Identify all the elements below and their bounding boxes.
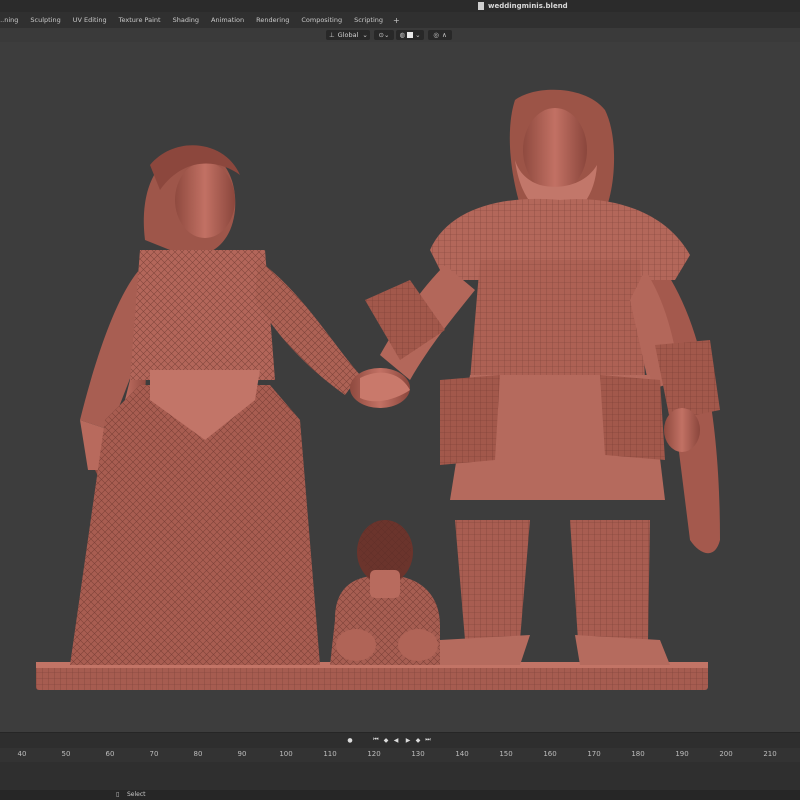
frame-tick: 90 xyxy=(237,750,247,758)
frame-tick: 40 xyxy=(17,750,27,758)
jump-start-icon[interactable]: ⏮ xyxy=(372,736,380,744)
title-bar: weddingminis.blend xyxy=(0,0,800,12)
frame-tick: 190 xyxy=(675,750,689,758)
frame-tick: 200 xyxy=(719,750,733,758)
tab-texture-paint[interactable]: Texture Paint xyxy=(113,12,167,28)
record-icon[interactable]: ● xyxy=(346,736,354,744)
next-keyframe-icon[interactable]: ◆ xyxy=(414,736,422,744)
chevron-down-icon: ⌄ xyxy=(415,31,421,39)
frame-tick: 150 xyxy=(499,750,513,758)
file-title: weddingminis.blend xyxy=(478,0,568,12)
timeline-track[interactable] xyxy=(0,762,800,790)
frame-tick: 160 xyxy=(543,750,557,758)
transform-orientation-icon: ⊥ xyxy=(329,31,335,39)
frame-tick: 130 xyxy=(411,750,425,758)
snap-icon: ◍ xyxy=(399,31,406,39)
mouse-icon: ▯ xyxy=(116,791,120,798)
workspace-tabs-bar: ...ning Sculpting UV Editing Texture Pai… xyxy=(0,12,800,29)
sculpt-model xyxy=(36,89,720,690)
pivot-dropdown[interactable]: ⊙⌄ xyxy=(374,30,394,40)
woman-figure xyxy=(70,145,360,665)
frame-tick: 50 xyxy=(61,750,71,758)
child-figure xyxy=(330,520,440,665)
timeline-header xyxy=(0,732,800,749)
status-select-label: Select xyxy=(127,791,146,798)
jump-end-icon[interactable]: ⏭ xyxy=(424,736,432,744)
frame-tick: 100 xyxy=(279,750,293,758)
tab-animation[interactable]: Animation xyxy=(205,12,250,28)
add-workspace-icon[interactable]: + xyxy=(389,16,404,25)
file-icon xyxy=(478,2,484,10)
falloff-icon: ∧ xyxy=(441,31,447,39)
man-figure xyxy=(365,89,720,665)
tab-scripting[interactable]: Scripting xyxy=(348,12,389,28)
frame-tick: 60 xyxy=(105,750,115,758)
status-bar: ▯ Select xyxy=(0,790,800,800)
proportional-icon: ◎ xyxy=(433,31,439,39)
tab-uv-editing[interactable]: UV Editing xyxy=(67,12,113,28)
tab-shading[interactable]: Shading xyxy=(167,12,205,28)
frame-tick: 110 xyxy=(323,750,337,758)
play-icon[interactable]: ▶ xyxy=(404,736,412,744)
snap-dropdown[interactable]: ◍ ⌄ xyxy=(396,30,424,40)
proportional-edit[interactable]: ◎ ∧ xyxy=(428,30,452,40)
3d-viewport[interactable] xyxy=(0,42,800,732)
tab-compositing[interactable]: Compositing xyxy=(295,12,348,28)
chevron-down-icon: ⌄ xyxy=(362,31,368,39)
frame-tick: 210 xyxy=(763,750,777,758)
frame-tick: 80 xyxy=(193,750,203,758)
pivot-icon: ⊙⌄ xyxy=(378,31,390,39)
tab-layout[interactable]: ...ning xyxy=(0,12,24,28)
tab-sculpting[interactable]: Sculpting xyxy=(24,12,66,28)
orientation-dropdown[interactable]: ⊥ Global ⌄ xyxy=(326,30,370,40)
frame-tick: 170 xyxy=(587,750,601,758)
orientation-value: Global xyxy=(337,31,359,39)
tab-rendering[interactable]: Rendering xyxy=(250,12,295,28)
model-base xyxy=(36,662,708,690)
frame-tick: 70 xyxy=(149,750,159,758)
snap-target-icon xyxy=(407,32,414,38)
frame-tick: 180 xyxy=(631,750,645,758)
joined-hands xyxy=(350,368,410,408)
prev-keyframe-icon[interactable]: ◆ xyxy=(382,736,390,744)
frame-tick: 120 xyxy=(367,750,381,758)
timeline-ruler[interactable]: 40 50 60 70 80 90 100 110 120 130 140 15… xyxy=(0,748,800,762)
file-name: weddingminis.blend xyxy=(488,2,568,10)
play-reverse-icon[interactable]: ◀ xyxy=(392,736,400,744)
frame-tick: 140 xyxy=(455,750,469,758)
